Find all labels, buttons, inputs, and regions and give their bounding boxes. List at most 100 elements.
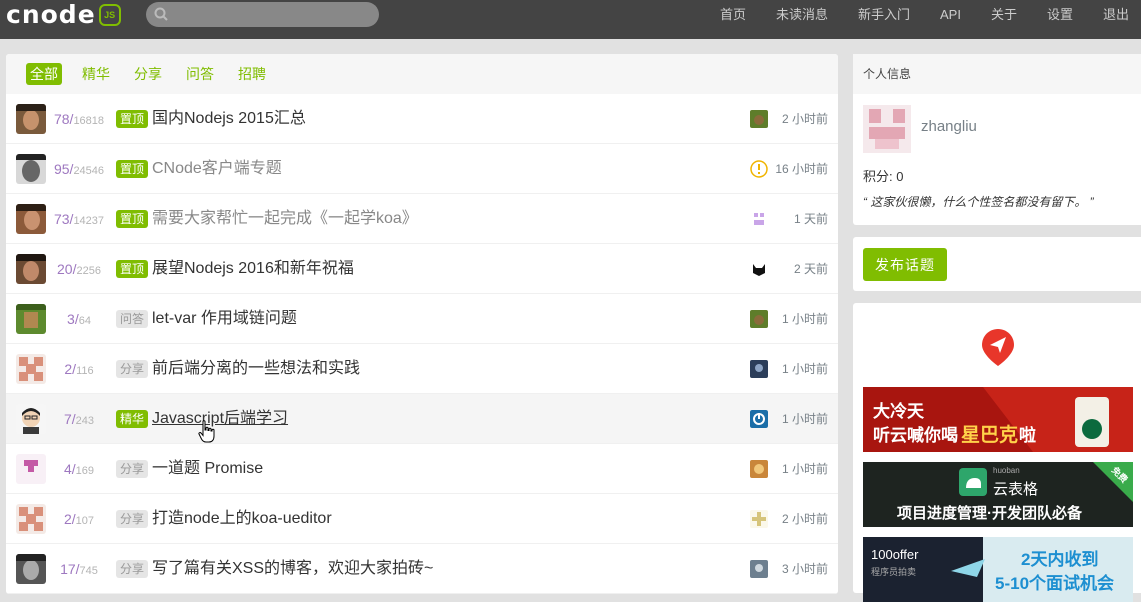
topic-row: 17/745 分享 写了篇有关XSS的博客，欢迎大家拍砖~ 3 小时前	[6, 544, 838, 594]
tab-good[interactable]: 精华	[78, 63, 114, 85]
topic-tag: 分享	[116, 560, 149, 578]
last-reply-avatar[interactable]	[750, 410, 768, 428]
nav-settings[interactable]: 设置	[1047, 0, 1073, 30]
topic-tabs: 全部 精华 分享 问答 招聘	[6, 54, 838, 94]
starbucks-ad-banner[interactable]: 大冷天 听云喊你喝 星巴克 啦	[863, 387, 1133, 452]
ad-line2: 5-10个面试机会	[995, 574, 1115, 593]
last-reply-time: 16 小时前	[775, 162, 828, 176]
nav-getting-started[interactable]: 新手入门	[858, 0, 910, 30]
profile-heading: 个人信息	[853, 54, 1141, 94]
topic-title[interactable]: 需要大家帮忙一起完成《一起学koa》	[152, 194, 418, 244]
ad-line3: 星巴克	[961, 425, 1019, 446]
last-reply-avatar[interactable]	[750, 310, 768, 328]
username-link[interactable]: zhangliu	[921, 118, 977, 135]
reply-visit-count: 78/16818	[53, 111, 105, 127]
nav-logout[interactable]: 退出	[1103, 0, 1129, 30]
reply-visit-count: 17/745	[60, 561, 98, 577]
author-avatar[interactable]	[16, 404, 46, 434]
author-avatar[interactable]	[16, 504, 46, 534]
topic-row: 20/2256 置顶 展望Nodejs 2016和新年祝福 2 天前	[6, 244, 838, 294]
publish-panel: 发布话题	[853, 237, 1141, 291]
topic-title[interactable]: Javascript后端学习	[152, 394, 288, 444]
nav-about[interactable]: 关于	[991, 0, 1017, 30]
topic-title[interactable]: 前后端分离的一些想法和实践	[152, 344, 360, 394]
last-reply-avatar[interactable]	[750, 360, 768, 378]
last-reply-time: 1 天前	[793, 212, 828, 226]
topic-row: 78/16818 置顶 国内Nodejs 2015汇总 2 小时前	[6, 94, 838, 144]
author-avatar[interactable]	[16, 154, 46, 184]
topic-tag: 分享	[116, 510, 149, 528]
last-reply-avatar[interactable]	[750, 110, 768, 128]
ad-brand: 100offer	[871, 547, 919, 562]
author-avatar[interactable]	[16, 304, 46, 334]
topic-title[interactable]: 打造node上的koa-ueditor	[152, 494, 332, 544]
last-reply-avatar[interactable]	[750, 510, 768, 528]
reply-visit-count: 20/2256	[57, 261, 101, 277]
ad-brand: 云表格	[993, 481, 1039, 498]
last-reply-avatar[interactable]	[750, 160, 768, 178]
topic-title[interactable]: 写了篇有关XSS的博客，欢迎大家拍砖~	[152, 544, 433, 594]
publish-topic-button[interactable]: 发布话题	[863, 248, 947, 281]
topic-title[interactable]: 一道题 Promise	[152, 444, 263, 494]
logo-badge: JS	[98, 4, 121, 26]
topic-tag: 置顶	[116, 110, 149, 128]
last-reply-avatar[interactable]	[750, 210, 768, 228]
topic-row: 73/14237 置顶 需要大家帮忙一起完成《一起学koa》 1 天前	[6, 194, 838, 244]
hand-cursor-icon	[198, 420, 215, 443]
profile-panel: 个人信息 zhangliu 积分: 0 “ 这家伙很懒，什么个性签名都没有留下。…	[853, 54, 1141, 225]
tab-all[interactable]: 全部	[26, 63, 62, 85]
tab-job[interactable]: 招聘	[234, 63, 270, 85]
ads-panel: 大冷天 听云喊你喝 星巴克 啦 huoban 云表格 项目进度管理·开发团队必备…	[853, 303, 1141, 602]
reply-visit-count: 7/243	[63, 411, 95, 427]
topic-row: 3/64 问答 let-var 作用域链问题 1 小时前	[6, 294, 838, 344]
last-reply-time: 1 小时前	[781, 312, 828, 326]
topic-tag: 分享	[116, 460, 149, 478]
tab-ask[interactable]: 问答	[182, 63, 218, 85]
last-reply-avatar[interactable]	[750, 460, 768, 478]
user-avatar[interactable]	[863, 105, 911, 153]
topic-tag: 精华	[116, 410, 149, 428]
topic-panel: 全部 精华 分享 问答 招聘 78/16818 置顶 国内Nodejs 2015…	[6, 54, 838, 594]
author-avatar[interactable]	[16, 204, 46, 234]
search-input[interactable]	[176, 2, 366, 27]
last-reply-avatar[interactable]	[750, 260, 768, 278]
huoban-ad-banner[interactable]: huoban 云表格 项目进度管理·开发团队必备 免费	[863, 462, 1133, 527]
topic-title[interactable]: CNode客户端专题	[152, 144, 282, 194]
author-avatar[interactable]	[16, 354, 46, 384]
search-icon	[154, 7, 168, 21]
topic-row: 2/116 分享 前后端分离的一些想法和实践 1 小时前	[6, 344, 838, 394]
nav-api[interactable]: API	[940, 0, 961, 30]
tab-share[interactable]: 分享	[130, 63, 166, 85]
logo-text: cnode	[6, 0, 96, 29]
last-reply-time: 2 小时前	[781, 512, 828, 526]
reply-visit-count: 4/169	[63, 461, 95, 477]
last-reply-time: 2 小时前	[781, 112, 828, 126]
nav-home[interactable]: 首页	[720, 0, 746, 30]
topic-row: 2/107 分享 打造node上的koa-ueditor 2 小时前	[6, 494, 838, 544]
topic-title[interactable]: 展望Nodejs 2016和新年祝福	[152, 244, 354, 294]
author-avatar[interactable]	[16, 454, 46, 484]
100offer-ad-banner[interactable]: 100offer 程序员拍卖 2天内收到 5-10个面试机会	[863, 537, 1133, 602]
reply-visit-count: 95/24546	[53, 161, 105, 177]
last-reply-avatar[interactable]	[750, 560, 768, 578]
reply-visit-count: 73/14237	[53, 211, 105, 227]
author-avatar[interactable]	[16, 104, 46, 134]
author-avatar[interactable]	[16, 554, 46, 584]
topic-row: 4/169 分享 一道题 Promise 1 小时前	[6, 444, 838, 494]
user-signature: “ 这家伙很懒，什么个性签名都没有留下。 ”	[863, 195, 1094, 209]
topic-tag: 置顶	[116, 210, 149, 228]
cnode-logo[interactable]: cnode JS	[6, 0, 121, 29]
ad-tagline: 项目进度管理·开发团队必备	[897, 505, 1082, 522]
ad-brand-small: huoban	[993, 466, 1020, 475]
topic-title[interactable]: let-var 作用域链问题	[152, 294, 297, 344]
search-box	[146, 2, 379, 27]
nav-links: 首页 未读消息 新手入门 API 关于 设置 退出	[720, 0, 1129, 30]
ad-line1: 2天内收到	[1021, 550, 1099, 569]
last-reply-time: 1 小时前	[781, 362, 828, 376]
author-avatar[interactable]	[16, 254, 46, 284]
navbar: cnode JS 首页 未读消息 新手入门 API 关于 设置 退出	[0, 0, 1141, 39]
nav-unread-messages[interactable]: 未读消息	[776, 0, 828, 30]
send-arrow-icon	[982, 329, 1014, 366]
topic-title[interactable]: 国内Nodejs 2015汇总	[152, 94, 306, 144]
topic-tag: 分享	[116, 360, 149, 378]
